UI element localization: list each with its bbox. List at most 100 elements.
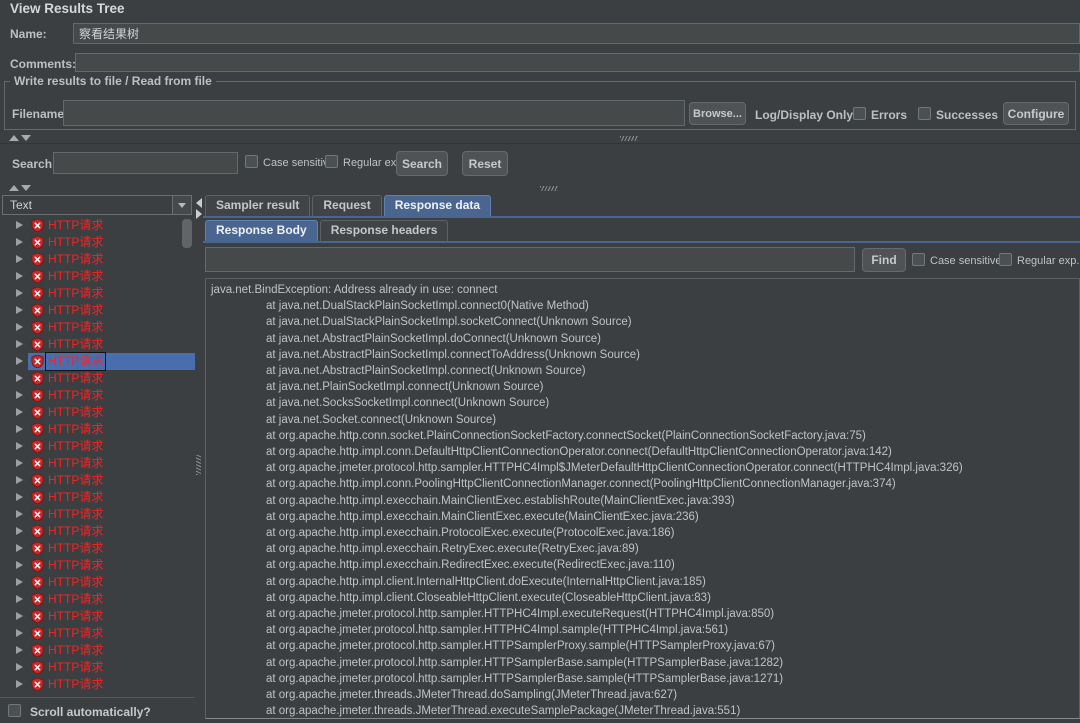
tree-item-label: HTTP请求 [48, 523, 103, 540]
expand-arrow-icon[interactable] [16, 510, 23, 518]
reset-button[interactable]: Reset [462, 151, 508, 176]
tree-row[interactable]: HTTP请求 [0, 659, 195, 676]
splitter-collapse-left-icon[interactable] [196, 198, 202, 208]
scroll-automatically-checkbox[interactable] [8, 704, 21, 717]
find-regular-exp-checkbox[interactable] [999, 253, 1012, 266]
search-button[interactable]: Search [396, 151, 448, 176]
expand-arrow-icon[interactable] [16, 357, 23, 365]
splitter-collapse-up-icon[interactable] [9, 185, 19, 191]
tree-row[interactable]: HTTP请求 [0, 404, 195, 421]
tree-row[interactable]: HTTP请求 [0, 234, 195, 251]
search-input[interactable] [53, 152, 238, 174]
errors-checkbox[interactable] [853, 107, 866, 120]
expand-arrow-icon[interactable] [16, 663, 23, 671]
tree-row[interactable]: HTTP请求 [0, 557, 195, 574]
horizontal-splitter-bottom[interactable] [0, 183, 1080, 193]
expand-arrow-icon[interactable] [16, 595, 23, 603]
tree-row[interactable]: HTTP请求 [0, 336, 195, 353]
expand-arrow-icon[interactable] [16, 476, 23, 484]
tree-row-selected[interactable]: HTTP请求 [0, 353, 195, 370]
expand-arrow-icon[interactable] [16, 374, 23, 382]
tree-row[interactable]: HTTP请求 [0, 302, 195, 319]
tab-request[interactable]: Request [312, 195, 381, 216]
subtab-response-body[interactable]: Response Body [205, 220, 318, 241]
expand-arrow-icon[interactable] [16, 680, 23, 688]
expand-arrow-icon[interactable] [16, 272, 23, 280]
tree-row[interactable]: HTTP请求 [0, 608, 195, 625]
tree-row[interactable]: HTTP请求 [0, 523, 195, 540]
expand-arrow-icon[interactable] [16, 255, 23, 263]
vertical-splitter[interactable] [195, 193, 203, 723]
expand-arrow-icon[interactable] [16, 221, 23, 229]
expand-arrow-icon[interactable] [16, 408, 23, 416]
error-shield-icon [31, 474, 44, 487]
expand-arrow-icon[interactable] [16, 323, 23, 331]
splitter-collapse-up-icon[interactable] [9, 135, 19, 141]
tree-row[interactable]: HTTP请求 [0, 217, 195, 234]
tree-row[interactable]: HTTP请求 [0, 489, 195, 506]
filename-input[interactable] [63, 100, 685, 126]
tree-row[interactable]: HTTP请求 [0, 506, 195, 523]
tree-row[interactable]: HTTP请求 [0, 642, 195, 659]
browse-button[interactable]: Browse... [689, 102, 746, 125]
expand-arrow-icon[interactable] [16, 306, 23, 314]
tree-row[interactable]: HTTP请求 [0, 421, 195, 438]
expand-arrow-icon[interactable] [16, 544, 23, 552]
comments-input[interactable] [75, 53, 1080, 72]
response-body-text[interactable]: java.net.BindException: Address already … [205, 278, 1080, 719]
splitter-collapse-down-icon[interactable] [21, 135, 31, 141]
tree-row[interactable]: HTTP请求 [0, 268, 195, 285]
find-button[interactable]: Find [862, 248, 906, 272]
tree-row[interactable]: HTTP请求 [0, 319, 195, 336]
tree-row[interactable]: HTTP请求 [0, 285, 195, 302]
tree-item-label: HTTP请求 [48, 676, 103, 693]
error-shield-icon [31, 406, 44, 419]
stack-trace-line: at java.net.DualStackPlainSocketImpl.soc… [206, 314, 1079, 330]
expand-arrow-icon[interactable] [16, 238, 23, 246]
subtab-response-headers[interactable]: Response headers [320, 220, 449, 241]
expand-arrow-icon[interactable] [16, 612, 23, 620]
tree-row[interactable]: HTTP请求 [0, 574, 195, 591]
tree-row[interactable]: HTTP请求 [0, 370, 195, 387]
expand-arrow-icon[interactable] [16, 561, 23, 569]
combo-dropdown-button[interactable] [172, 196, 191, 214]
splitter-collapse-down-icon[interactable] [21, 185, 31, 191]
tree-row[interactable]: HTTP请求 [0, 455, 195, 472]
expand-arrow-icon[interactable] [16, 459, 23, 467]
tree-row[interactable]: HTTP请求 [0, 438, 195, 455]
tab-sampler-result[interactable]: Sampler result [205, 195, 310, 216]
search-regular-exp-checkbox[interactable] [325, 155, 338, 168]
error-shield-icon [31, 372, 44, 385]
expand-arrow-icon[interactable] [16, 629, 23, 637]
expand-arrow-icon[interactable] [16, 493, 23, 501]
expand-arrow-icon[interactable] [16, 391, 23, 399]
horizontal-splitter-top[interactable] [0, 133, 1080, 143]
expand-arrow-icon[interactable] [16, 442, 23, 450]
search-case-sensitive-checkbox[interactable] [245, 155, 258, 168]
tree-row[interactable]: HTTP请求 [0, 472, 195, 489]
find-case-sensitive-checkbox[interactable] [912, 253, 925, 266]
tree-row[interactable]: HTTP请求 [0, 251, 195, 268]
successes-checkbox[interactable] [918, 107, 931, 120]
expand-arrow-icon[interactable] [16, 289, 23, 297]
tree-row[interactable]: HTTP请求 [0, 676, 195, 693]
stack-trace-line: at java.net.AbstractPlainSocketImpl.conn… [206, 363, 1079, 379]
expand-arrow-icon[interactable] [16, 425, 23, 433]
name-input[interactable] [73, 23, 1080, 44]
tree-row[interactable]: HTTP请求 [0, 540, 195, 557]
tree-row[interactable]: HTTP请求 [0, 625, 195, 642]
expand-arrow-icon[interactable] [16, 578, 23, 586]
tab-response-data[interactable]: Response data [384, 195, 491, 216]
error-shield-icon [31, 610, 44, 623]
splitter-collapse-right-icon[interactable] [196, 209, 202, 219]
find-input[interactable] [205, 247, 855, 272]
renderer-select[interactable]: Text [2, 195, 192, 215]
write-results-legend: Write results to file / Read from file [10, 74, 216, 88]
expand-arrow-icon[interactable] [16, 340, 23, 348]
expand-arrow-icon[interactable] [16, 527, 23, 535]
tree-row[interactable]: HTTP请求 [0, 387, 195, 404]
expand-arrow-icon[interactable] [16, 646, 23, 654]
tree-item-label: HTTP请求 [48, 591, 103, 608]
tree-row[interactable]: HTTP请求 [0, 591, 195, 608]
configure-button[interactable]: Configure [1003, 102, 1069, 125]
